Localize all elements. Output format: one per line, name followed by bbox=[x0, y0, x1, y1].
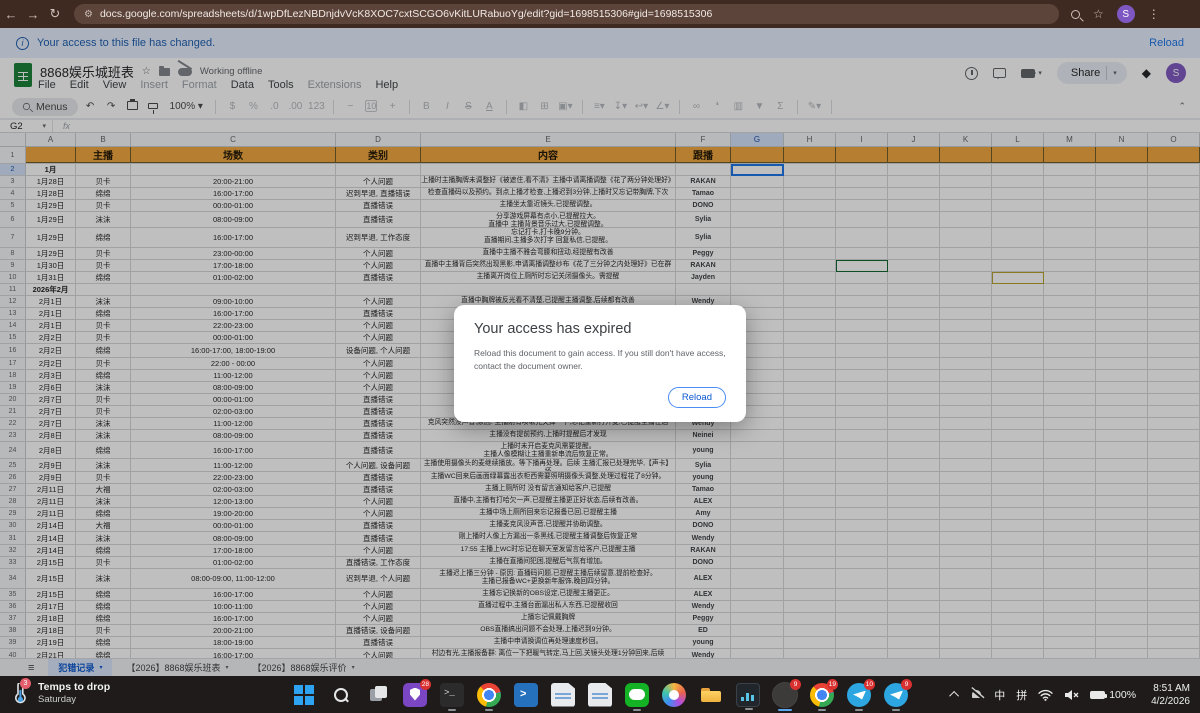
chrome-2-icon[interactable]: 19 bbox=[810, 683, 834, 707]
site-info-icon[interactable]: ⚙ bbox=[84, 9, 93, 20]
text-editor-icon[interactable] bbox=[551, 683, 575, 707]
notifications-off-icon[interactable] bbox=[970, 688, 983, 701]
text-editor-2-icon[interactable] bbox=[588, 683, 612, 707]
task-manager-icon[interactable] bbox=[736, 683, 760, 707]
battery-icon bbox=[1090, 691, 1105, 699]
open-indicator bbox=[855, 709, 863, 711]
dialog-reload-button[interactable]: Reload bbox=[668, 387, 726, 408]
terminal-icon[interactable] bbox=[440, 683, 464, 707]
forward-icon[interactable]: → bbox=[22, 7, 44, 22]
powershell-icon[interactable] bbox=[514, 683, 538, 707]
windows-taskbar: 3 Temps to drop Saturday 28919109 中 拼 10… bbox=[0, 676, 1200, 713]
copilot-icon[interactable] bbox=[662, 683, 686, 707]
open-indicator bbox=[485, 709, 493, 711]
open-indicator bbox=[778, 709, 792, 711]
open-indicator bbox=[633, 709, 641, 711]
wifi-icon[interactable] bbox=[1038, 689, 1053, 701]
zoom-icon[interactable] bbox=[1071, 10, 1080, 19]
security-shield-icon[interactable]: 28 bbox=[403, 683, 427, 707]
access-expired-dialog: Your access has expired Reload this docu… bbox=[454, 305, 746, 422]
battery-indicator[interactable]: 100% bbox=[1090, 689, 1136, 701]
open-indicator bbox=[448, 709, 456, 711]
chrome-active-icon[interactable]: 9 bbox=[773, 683, 797, 707]
browser-avatar[interactable]: S bbox=[1117, 5, 1135, 23]
browser-menu-icon[interactable]: ⋮ bbox=[1148, 7, 1160, 21]
taskbar-clock[interactable]: 8:51 AM 4/2/2026 bbox=[1151, 682, 1190, 708]
telegram-2-icon[interactable]: 9 bbox=[884, 683, 908, 707]
back-icon[interactable]: ← bbox=[0, 7, 22, 22]
badge: 19 bbox=[827, 679, 838, 690]
start-icon[interactable] bbox=[292, 683, 316, 707]
weather-badge: 3 bbox=[20, 678, 31, 689]
badge: 10 bbox=[864, 679, 875, 690]
badge: 28 bbox=[420, 679, 431, 690]
url-text: docs.google.com/spreadsheets/d/1wpDfLezN… bbox=[100, 8, 712, 20]
screen: ← → ↻ ⚙ docs.google.com/spreadsheets/d/1… bbox=[0, 0, 1200, 713]
page-content: i Your access to this file has changed. … bbox=[0, 28, 1200, 676]
search-icon[interactable] bbox=[329, 683, 353, 707]
line-messenger-icon[interactable] bbox=[625, 683, 649, 707]
dialog-body: Reload this document to gain access. If … bbox=[474, 347, 726, 373]
address-bar[interactable]: ⚙ docs.google.com/spreadsheets/d/1wpDfLe… bbox=[74, 4, 1059, 24]
bookmark-star-icon[interactable]: ☆ bbox=[1093, 7, 1104, 21]
dialog-title: Your access has expired bbox=[474, 321, 726, 337]
file-explorer-icon[interactable] bbox=[699, 683, 723, 707]
ime-language-button[interactable]: 中 bbox=[994, 687, 1005, 703]
open-indicator bbox=[818, 709, 826, 711]
badge: 9 bbox=[901, 679, 912, 690]
telegram-icon[interactable]: 10 bbox=[847, 683, 871, 707]
reload-icon[interactable]: ↻ bbox=[44, 6, 66, 22]
badge: 9 bbox=[790, 679, 801, 690]
task-view-icon[interactable] bbox=[366, 683, 390, 707]
chrome-profile-icon[interactable] bbox=[477, 683, 501, 707]
ime-mode-button[interactable]: 拼 bbox=[1016, 687, 1027, 703]
open-indicator bbox=[745, 708, 753, 710]
open-indicator bbox=[892, 709, 900, 711]
volume-muted-icon[interactable] bbox=[1064, 689, 1079, 701]
system-tray: 中 拼 100% 8:51 AM 4/2/2026 bbox=[952, 676, 1190, 713]
browser-toolbar: ← → ↻ ⚙ docs.google.com/spreadsheets/d/1… bbox=[0, 0, 1200, 28]
